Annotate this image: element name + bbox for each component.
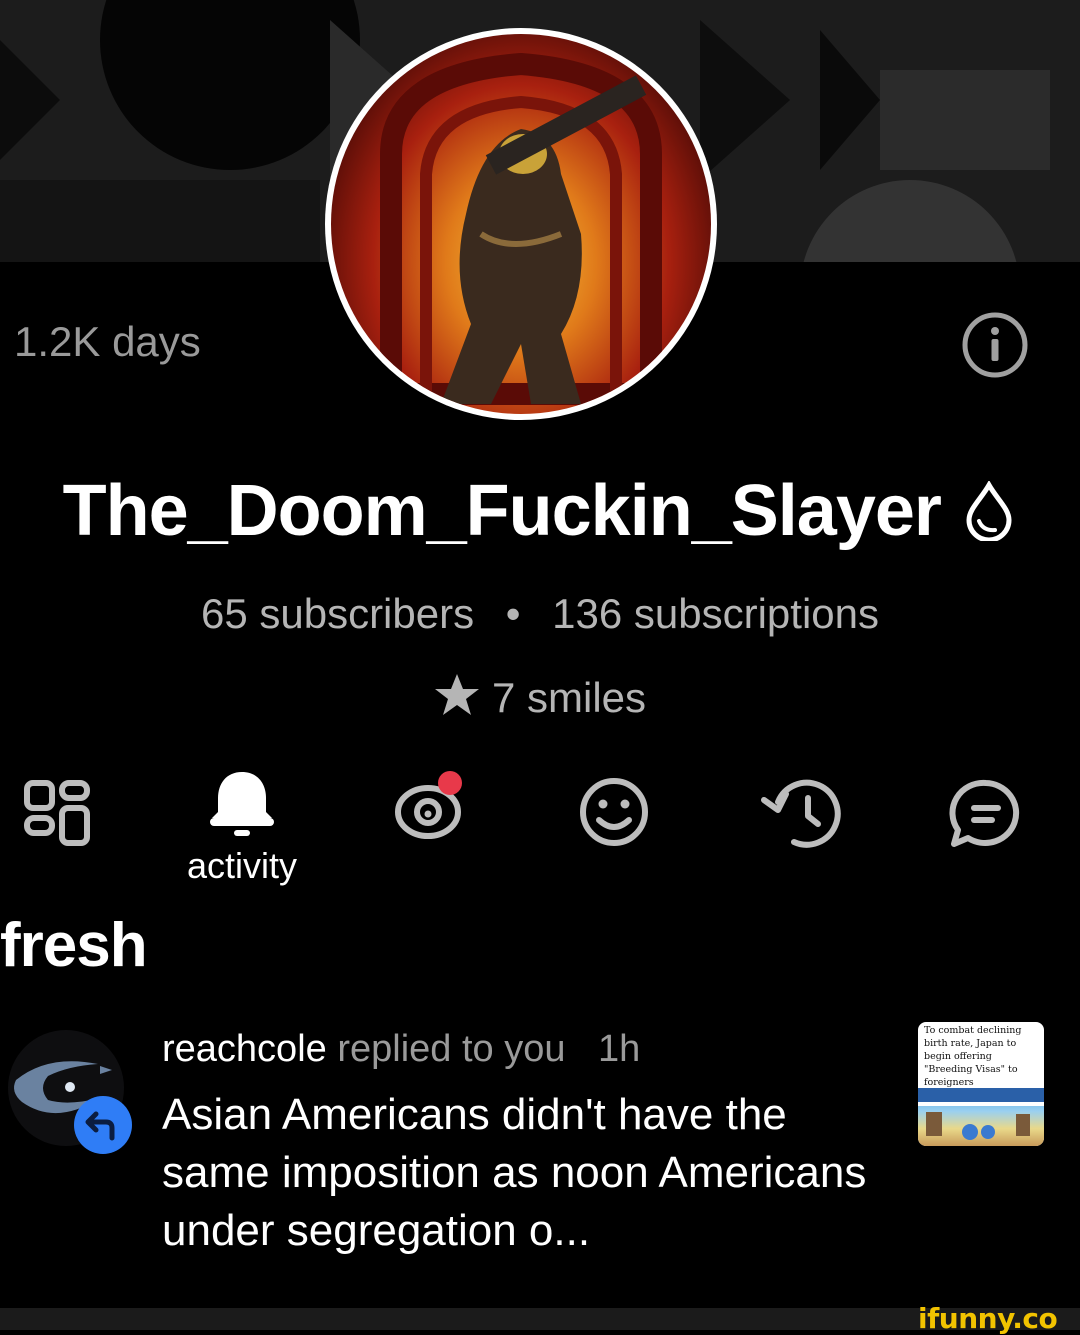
username-row: The_Doom_Fuckin_Slayer: [0, 470, 1080, 552]
ifunny-watermark: ifunny.co: [918, 1302, 1058, 1335]
meme-thumbnail[interactable]: To combat declining birth rate, Japan to…: [918, 1022, 1044, 1146]
chat-icon[interactable]: [948, 778, 1024, 850]
subscription-stats: 65 subscribers • 136 subscriptions: [0, 590, 1080, 638]
subscribers-count[interactable]: 65 subscribers: [201, 590, 474, 637]
notification-header: reachcole replied to you 1h: [162, 1028, 640, 1071]
account-age: 1.2K days: [14, 318, 201, 365]
notification-action: replied to you: [337, 1028, 566, 1070]
notification-comment-text[interactable]: Asian Americans didn't have the same imp…: [162, 1086, 902, 1260]
nav-label-activity[interactable]: activity: [150, 845, 334, 887]
eye-icon[interactable]: [392, 768, 468, 844]
notification-dot: [438, 771, 462, 795]
grid-icon[interactable]: [22, 778, 92, 848]
smiles-count: 7 smiles: [491, 674, 647, 721]
history-icon[interactable]: [760, 778, 842, 850]
thumbnail-caption: To combat declining birth rate, Japan to…: [924, 1025, 1022, 1088]
thumbnail-image: [918, 1088, 1044, 1146]
bell-icon[interactable]: [206, 768, 278, 840]
profile-avatar[interactable]: [325, 28, 717, 420]
subscriptions-count[interactable]: 136 subscriptions: [552, 590, 879, 637]
info-icon[interactable]: [962, 312, 1028, 378]
star-icon: [434, 674, 479, 715]
stats-separator: •: [505, 590, 521, 637]
section-title: fresh: [0, 911, 148, 980]
reply-badge-icon: [74, 1096, 132, 1154]
drop-badge-icon: [966, 481, 1012, 541]
notification-time: 1h: [598, 1028, 641, 1070]
username: The_Doom_Fuckin_Slayer: [62, 471, 942, 551]
avatar-image: [331, 34, 711, 414]
smile-icon[interactable]: [578, 776, 650, 848]
notification-username[interactable]: reachcole: [162, 1028, 327, 1070]
smiles-stat: 7 smiles: [0, 672, 1080, 722]
